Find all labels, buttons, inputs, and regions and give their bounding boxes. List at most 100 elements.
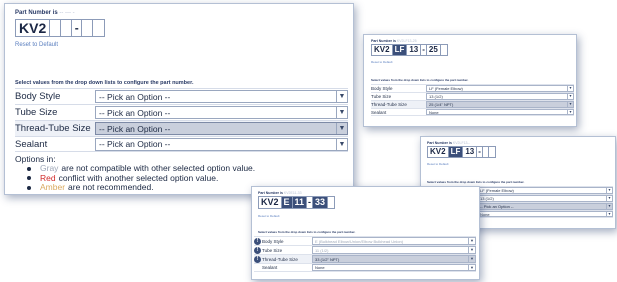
- chevron-down-icon[interactable]: ▼: [567, 102, 573, 107]
- sealant-select[interactable]: None ▼: [312, 263, 476, 272]
- tube-size-select[interactable]: -- Pick an Option -- ▼: [95, 106, 348, 119]
- sealant-select[interactable]: -- Pick an Option -- ▼: [95, 137, 348, 151]
- reset-to-default-link[interactable]: Reset to Default: [427, 162, 449, 166]
- instructions-text: Select values from the drop down lists t…: [427, 180, 525, 184]
- warning-icon: !: [254, 255, 261, 263]
- thread-tube-size-select[interactable]: -- Pick an Option -- ▼: [477, 203, 613, 210]
- chevron-down-icon[interactable]: ▼: [606, 188, 612, 193]
- reset-to-default-link[interactable]: Reset to Default: [371, 60, 393, 64]
- part-number-prefix: KV2: [372, 45, 393, 55]
- part-number-segment-body: LF: [448, 147, 464, 157]
- option-rows: Body Style LF (Female Elbow) ▼ Tube Size …: [371, 84, 574, 116]
- part-number-segment-tube: 11: [292, 197, 308, 208]
- select-value: -- Pick an Option --: [480, 204, 514, 209]
- part-number-segment-sealant: [93, 20, 104, 36]
- instructions-text: Select values from the drop down lists t…: [371, 78, 469, 82]
- thread-tube-size-select[interactable]: -- Pick an Option -- ▼: [95, 122, 348, 135]
- reset-to-default-link[interactable]: Reset to Default: [258, 214, 280, 218]
- tube-size-select[interactable]: 13 (1/2) ▼: [477, 195, 613, 202]
- option-row-body-style: Body Style -- Pick an Option -- ▼: [15, 88, 348, 104]
- chevron-down-icon[interactable]: ▼: [567, 109, 573, 115]
- part-number-display: KV2 LF 13 -: [427, 146, 496, 158]
- thread-tube-size-select[interactable]: 25 (1/4" NPT) ▼: [426, 101, 574, 108]
- chevron-down-icon[interactable]: ▼: [336, 138, 347, 150]
- part-number-prefix: KV2: [16, 20, 51, 36]
- part-number-segment-body: E: [281, 197, 293, 208]
- select-value: LF (Female Elbow): [429, 86, 463, 91]
- part-number-label: Part Number is KV2LF13--: [427, 141, 470, 145]
- select-value: None: [315, 265, 325, 270]
- configurator-panel-complete: Part Number is KV2LF13-25 KV2 LF 13 - 25…: [363, 34, 577, 127]
- select-value: 13 (1/2): [429, 94, 443, 99]
- option-label: Tube Size: [15, 107, 58, 118]
- select-value: -- Pick an Option --: [99, 91, 171, 102]
- option-label: Thread-Tube Size: [371, 102, 407, 107]
- reset-to-default-link[interactable]: Reset to Default: [15, 42, 58, 48]
- select-value: 25 (1/4" NPT): [429, 102, 454, 107]
- select-value: None: [480, 211, 490, 217]
- sealant-select[interactable]: None ▼: [426, 108, 574, 116]
- part-number-segment-body: LF: [392, 45, 408, 55]
- part-number-segment-sealant: [489, 147, 495, 157]
- chevron-down-icon[interactable]: ▼: [567, 86, 573, 91]
- option-rows: Body Style -- Pick an Option -- ▼ Tube S…: [15, 88, 348, 152]
- chevron-down-icon[interactable]: ▼: [606, 204, 612, 209]
- select-value: 13 (1/2): [480, 196, 494, 201]
- tube-size-select[interactable]: 13 (1/2) ▼: [426, 93, 574, 100]
- chevron-down-icon[interactable]: ▼: [468, 256, 475, 262]
- thread-tube-size-select[interactable]: 33 (1/2" NPT) ▼: [312, 255, 476, 263]
- chevron-down-icon[interactable]: ▼: [606, 211, 612, 217]
- option-label: Sealant: [371, 109, 387, 115]
- select-value: LF (Female Elbow): [480, 188, 514, 193]
- body-style-select[interactable]: LF (Female Elbow) ▼: [426, 85, 574, 92]
- option-label: Body Style: [262, 238, 284, 244]
- tube-size-select[interactable]: 11 (1/2) ▼: [312, 246, 476, 254]
- chevron-down-icon[interactable]: ▼: [606, 196, 612, 201]
- select-value: 33 (1/2" NPT): [315, 256, 340, 262]
- chevron-down-icon[interactable]: ▼: [336, 107, 347, 118]
- select-value: None: [429, 109, 439, 115]
- option-label: Thread-Tube Size: [15, 123, 91, 134]
- warning-icon: !: [254, 246, 261, 254]
- legend-item-amber: Amber are not recommended.: [27, 182, 255, 193]
- configurator-panel-conflict: Part Number is KV2E11-33 KV2 E 11 - 33 R…: [251, 186, 480, 280]
- part-number-prefix: KV2: [259, 197, 282, 208]
- chevron-down-icon[interactable]: ▼: [336, 123, 347, 134]
- chevron-down-icon[interactable]: ▼: [468, 238, 475, 244]
- part-number-label: Part Number is KV2LF13-25: [371, 39, 417, 43]
- part-number-segment-sealant: [328, 197, 334, 208]
- part-number-segment-tube: [61, 20, 73, 36]
- option-row-body-style: ! Body Style E (Bulkhead Elbow/Union/Elb…: [254, 236, 476, 245]
- part-number-segment-thread: 33: [313, 197, 329, 208]
- warning-icon: !: [254, 237, 261, 245]
- option-row-body-style: Body Style LF (Female Elbow) ▼: [371, 84, 574, 92]
- option-row-thread-tube-size: Thread-Tube Size -- Pick an Option -- ▼: [15, 120, 348, 136]
- part-number-segment-sealant: [441, 45, 447, 55]
- row-indicator-spacer: [254, 264, 261, 271]
- sealant-select[interactable]: None ▼: [477, 210, 613, 218]
- instructions-text: Select values from the drop down lists t…: [258, 230, 356, 234]
- chevron-down-icon[interactable]: ▼: [567, 94, 573, 99]
- option-label: Tube Size: [262, 247, 283, 253]
- select-value: E (Bulkhead Elbow/Union/Elbow Bulkhead U…: [315, 238, 404, 244]
- option-label: Body Style: [15, 91, 61, 102]
- part-number-segment-thread: [82, 20, 94, 36]
- part-number-display: KV2 LF 13 - 25: [371, 44, 448, 56]
- body-style-select[interactable]: -- Pick an Option -- ▼: [95, 90, 348, 103]
- option-row-tube-size: ! Tube Size 11 (1/2) ▼: [254, 245, 476, 254]
- body-style-select[interactable]: LF (Female Elbow) ▼: [477, 187, 613, 194]
- chevron-down-icon[interactable]: ▼: [468, 247, 475, 253]
- option-row-thread-tube-size: Thread-Tube Size 25 (1/4" NPT) ▼: [371, 100, 574, 108]
- chevron-down-icon[interactable]: ▼: [336, 91, 347, 102]
- chevron-down-icon[interactable]: ▼: [468, 264, 475, 271]
- select-value: 11 (1/2): [315, 247, 329, 253]
- instructions-text: Select values from the drop down lists t…: [15, 80, 194, 86]
- main-configurator-panel: Part Number is -- --- - KV2 - Reset to D…: [4, 3, 354, 195]
- part-number-prefix: KV2: [428, 147, 449, 157]
- option-row-sealant: Sealant -- Pick an Option -- ▼: [15, 136, 348, 152]
- body-style-select[interactable]: E (Bulkhead Elbow/Union/Elbow Bulkhead U…: [312, 237, 476, 245]
- legend-text: are not recommended.: [68, 182, 154, 192]
- option-row-tube-size: Tube Size 13 (1/2) ▼: [371, 92, 574, 100]
- option-row-tube-size: Tube Size -- Pick an Option -- ▼: [15, 104, 348, 120]
- part-number-segment-body: [50, 20, 62, 36]
